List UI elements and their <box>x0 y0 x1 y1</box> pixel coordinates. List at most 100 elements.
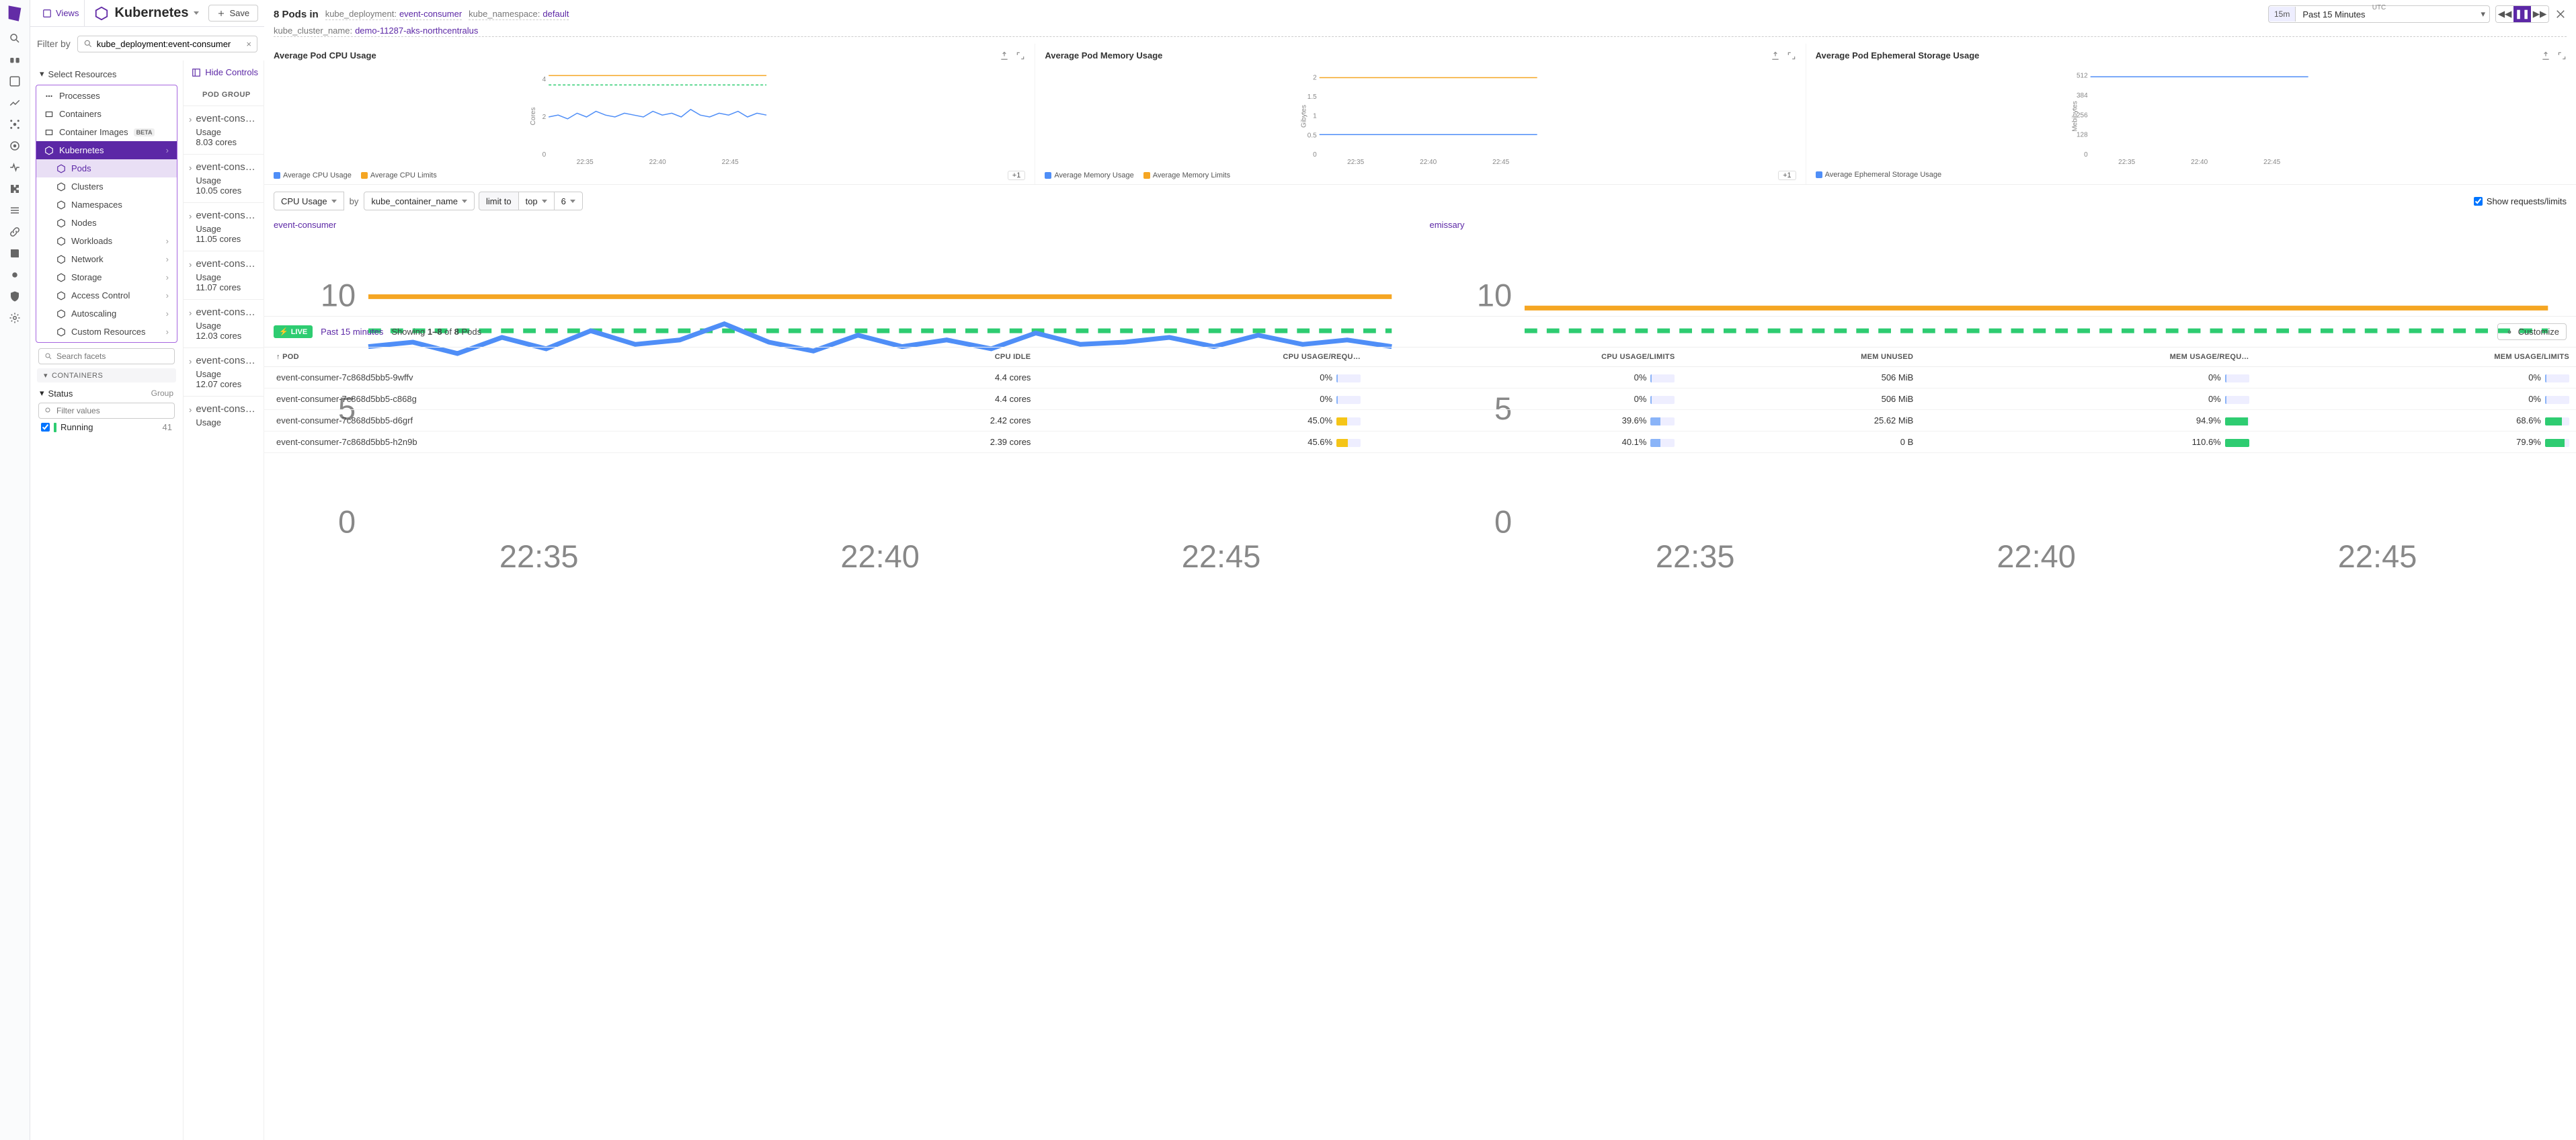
customize-button[interactable]: Customize <box>2497 323 2567 340</box>
chart-plot[interactable]: 00.511.5222:3522:4022:45Gibytes <box>1045 66 1796 167</box>
sidebar-item-kubernetes[interactable]: Kubernetes› <box>36 141 177 159</box>
network-icon[interactable] <box>9 118 21 130</box>
dimension-select[interactable]: kube_container_name <box>364 192 475 210</box>
chart-icon[interactable] <box>9 97 21 109</box>
step-forward-button[interactable]: ▶▶ <box>2531 6 2548 22</box>
export-icon[interactable] <box>1000 51 1009 60</box>
column-header[interactable]: CPU IDLE <box>842 348 1038 367</box>
pulse-icon[interactable] <box>9 161 21 173</box>
pod-group-row[interactable]: ›event-cons…Usage11.05 cores <box>184 202 264 251</box>
pod-group-row[interactable]: ›event-cons…Usage10.05 cores <box>184 154 264 202</box>
sidebar-item-workloads[interactable]: Workloads› <box>36 232 177 250</box>
show-requests-limits-toggle[interactable]: Show requests/limits <box>2474 196 2567 206</box>
pod-group-row[interactable]: ›event-cons…Usage11.07 cores <box>184 251 264 299</box>
limit-n-select[interactable]: 6 <box>555 192 583 210</box>
facet-value-filter[interactable] <box>38 403 175 419</box>
metric-select[interactable]: CPU Usage <box>274 192 344 210</box>
chevron-right-icon[interactable]: › <box>189 259 192 270</box>
table-row[interactable]: event-consumer-7c868d5bb5-9wffv4.4 cores… <box>264 367 2576 389</box>
filter-field[interactable] <box>97 39 243 49</box>
puzzle-icon[interactable] <box>9 183 21 195</box>
sidebar-item-clusters[interactable]: Clusters <box>36 177 177 196</box>
facet-value-filter-field[interactable] <box>56 406 169 415</box>
chart-plot[interactable]: 012825638451222:3522:4022:45Mebibytes <box>1816 66 2567 167</box>
sidebar-item-container-images[interactable]: Container ImagesBETA <box>36 123 177 141</box>
scope-tag[interactable]: kube_cluster_name:demo-11287-aks-northce… <box>274 26 2567 37</box>
chevron-down-icon[interactable] <box>194 11 199 15</box>
facet-group-containers[interactable]: ▾ CONTAINERS <box>37 368 176 382</box>
select-resources-toggle[interactable]: ▾ Select Resources <box>33 65 180 83</box>
book-icon[interactable] <box>9 247 21 259</box>
table-row[interactable]: event-consumer-7c868d5bb5-d6grf2.42 core… <box>264 410 2576 432</box>
fullscreen-icon[interactable] <box>2557 51 2567 60</box>
limit-dir-select[interactable]: top <box>519 192 555 210</box>
chart-plot[interactable]: 02422:3522:4022:45Cores <box>274 66 1025 167</box>
views-button[interactable]: Views <box>37 0 85 26</box>
pod-group-row[interactable]: ›event-cons…Usage <box>184 396 264 434</box>
chevron-right-icon[interactable]: › <box>189 114 192 124</box>
pod-group-row[interactable]: ›event-cons…Usage12.07 cores <box>184 348 264 396</box>
chart-title[interactable]: event-consumer <box>274 220 1411 230</box>
list-icon[interactable] <box>9 204 21 216</box>
sidebar-item-autoscaling[interactable]: Autoscaling› <box>36 304 177 323</box>
past-range[interactable]: Past 15 minutes <box>321 327 383 337</box>
export-icon[interactable] <box>2541 51 2550 60</box>
chevron-right-icon[interactable]: › <box>189 211 192 221</box>
chevron-right-icon[interactable]: › <box>189 163 192 173</box>
hide-controls-button[interactable]: Hide Controls <box>184 60 264 87</box>
scope-tag[interactable]: kube_namespace:default <box>469 9 569 20</box>
search-icon[interactable] <box>9 32 21 44</box>
export-icon[interactable] <box>1771 51 1780 60</box>
facet-checkbox[interactable] <box>41 423 50 432</box>
chevron-right-icon[interactable]: › <box>189 308 192 318</box>
legend-item[interactable]: Average Memory Usage <box>1045 171 1133 179</box>
legend-more[interactable]: +1 <box>1778 171 1796 180</box>
sidebar-item-namespaces[interactable]: Namespaces <box>36 196 177 214</box>
chevron-right-icon[interactable]: › <box>189 405 192 415</box>
sidebar-item-storage[interactable]: Storage› <box>36 268 177 286</box>
column-header[interactable]: MEM USAGE/REQU… <box>1920 348 2255 367</box>
datadog-logo-icon[interactable] <box>5 4 24 23</box>
link-icon[interactable] <box>9 226 21 238</box>
shield-icon[interactable] <box>9 290 21 302</box>
column-header[interactable]: CPU USAGE/LIMITS <box>1367 348 1681 367</box>
facet-search[interactable] <box>38 348 175 364</box>
target-icon[interactable] <box>9 140 21 152</box>
sidebar-item-containers[interactable]: Containers <box>36 105 177 123</box>
column-header[interactable]: CPU USAGE/REQU… <box>1037 348 1367 367</box>
dashboard-icon[interactable] <box>9 75 21 87</box>
sidebar-item-pods[interactable]: Pods <box>36 159 177 177</box>
sidebar-item-network[interactable]: Network› <box>36 250 177 268</box>
facet-search-field[interactable] <box>56 352 169 361</box>
legend-item[interactable]: Average CPU Usage <box>274 171 352 179</box>
fullscreen-icon[interactable] <box>1787 51 1796 60</box>
binoculars-icon[interactable] <box>9 54 21 66</box>
facet-status[interactable]: ▾ Status Group <box>33 385 180 401</box>
legend-item[interactable]: Average Ephemeral Storage Usage <box>1816 171 1941 179</box>
sidebar-item-access-control[interactable]: Access Control› <box>36 286 177 304</box>
close-icon[interactable] <box>2554 8 2567 20</box>
filter-input[interactable]: × <box>77 36 257 52</box>
legend-item[interactable]: Average Memory Limits <box>1143 171 1230 179</box>
pause-button[interactable]: ❚❚ <box>2513 6 2531 22</box>
table-row[interactable]: event-consumer-7c868d5bb5-h2n9b2.39 core… <box>264 432 2576 453</box>
pod-group-row[interactable]: ›event-cons…Usage12.03 cores <box>184 299 264 348</box>
legend-item[interactable]: Average CPU Limits <box>361 171 437 179</box>
sidebar-item-processes[interactable]: Processes <box>36 87 177 105</box>
pod-group-row[interactable]: ›event-cons…Usage8.03 cores <box>184 106 264 154</box>
legend-more[interactable]: +1 <box>1008 171 1026 180</box>
gear-icon[interactable] <box>9 312 21 324</box>
column-header[interactable]: MEM UNUSED <box>1681 348 1920 367</box>
column-header[interactable]: ↑ POD <box>264 348 842 367</box>
clear-icon[interactable]: × <box>246 39 251 49</box>
chart-title[interactable]: emissary <box>1430 220 2567 230</box>
table-row[interactable]: event-consumer-7c868d5bb5-c868g4.4 cores… <box>264 389 2576 410</box>
scope-tag[interactable]: kube_deployment:event-consumer <box>325 9 462 20</box>
save-button[interactable]: Save <box>208 5 258 22</box>
sidebar-item-nodes[interactable]: Nodes <box>36 214 177 232</box>
column-header[interactable]: MEM USAGE/LIMITS <box>2256 348 2576 367</box>
bug-icon[interactable] <box>9 269 21 281</box>
facet-group-link[interactable]: Group <box>151 389 173 398</box>
sidebar-item-custom-resources[interactable]: Custom Resources› <box>36 323 177 341</box>
facet-value-running[interactable]: Running 41 <box>33 420 180 434</box>
